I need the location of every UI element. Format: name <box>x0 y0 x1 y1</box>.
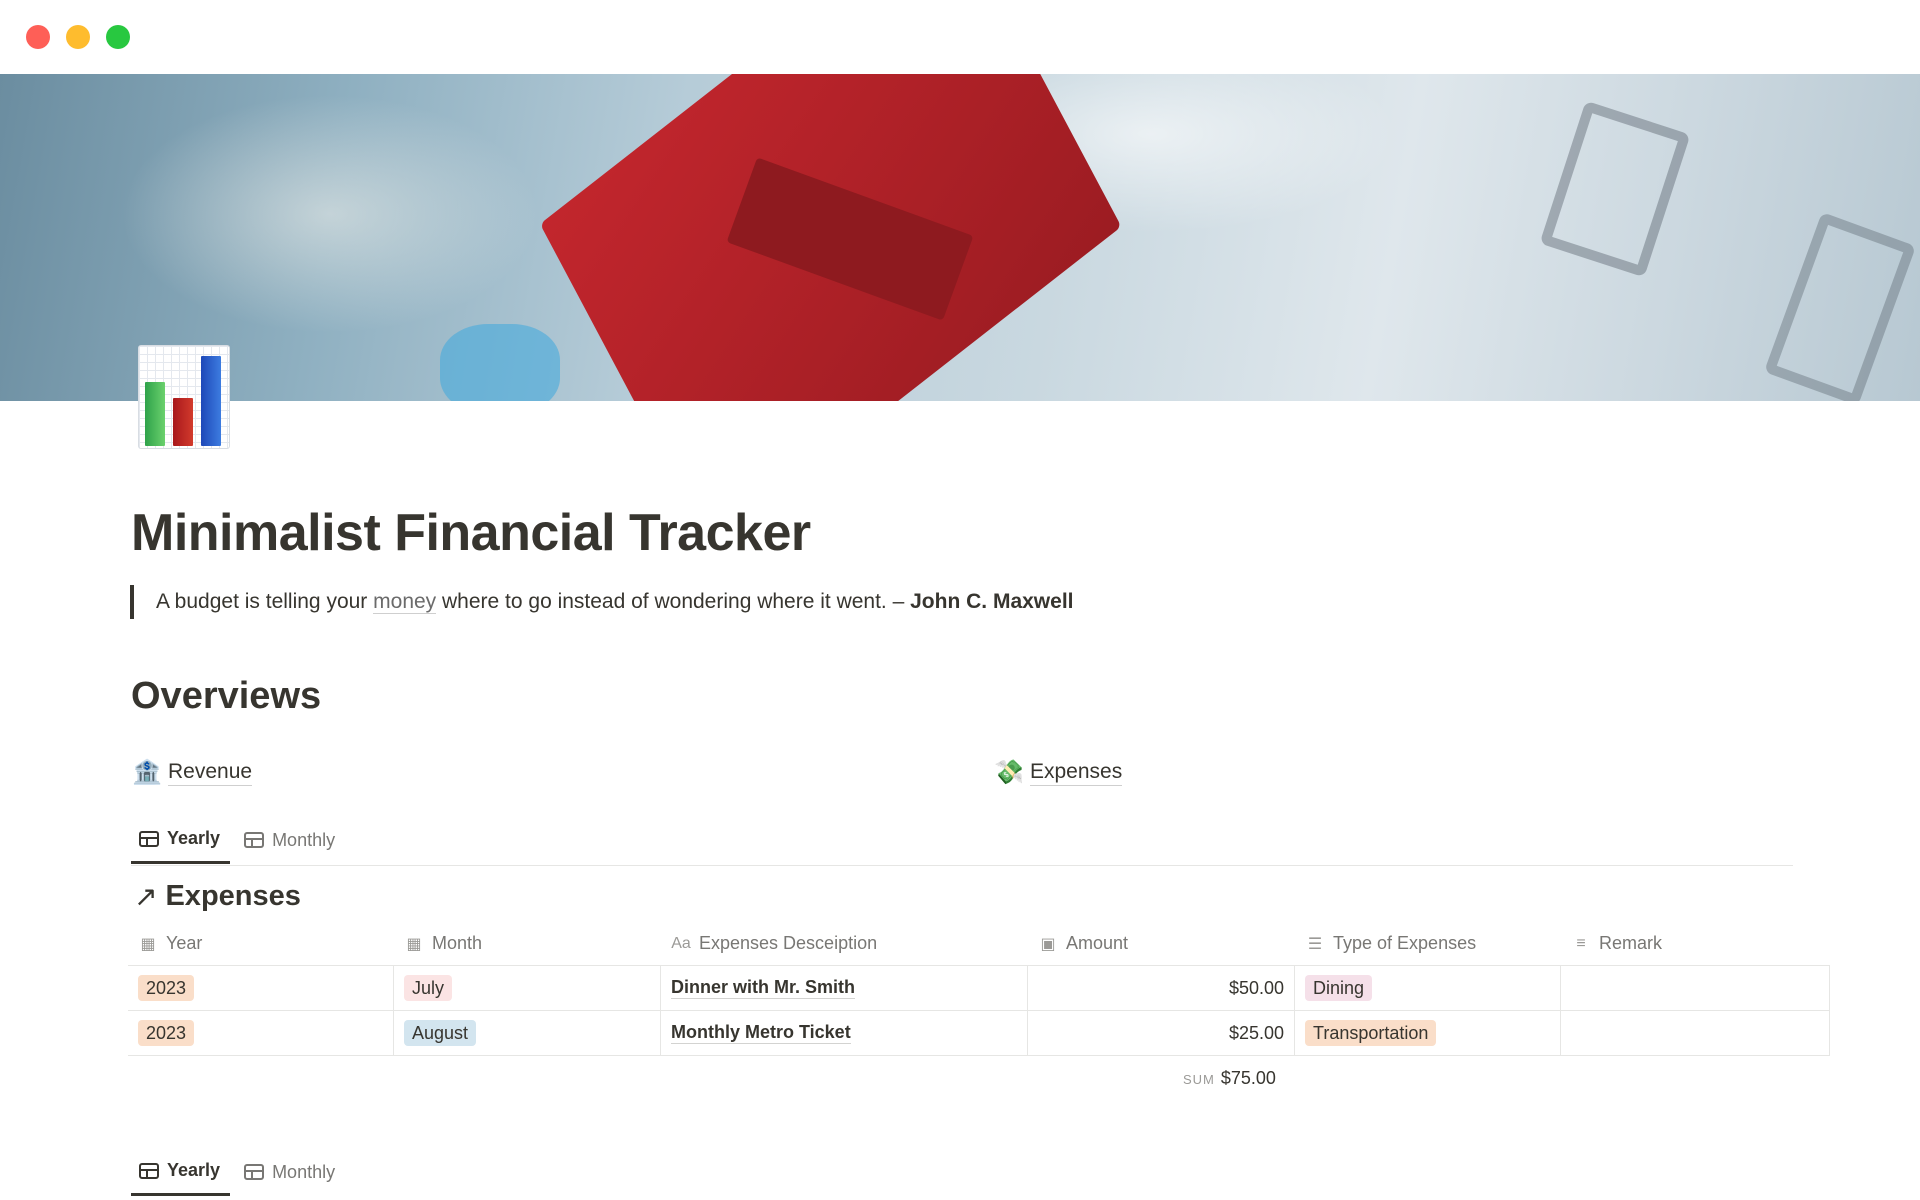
sum-label: SUM <box>1183 1072 1215 1087</box>
type-tag: Dining <box>1305 975 1373 1001</box>
month-tag: August <box>404 1020 477 1046</box>
view-tabs: Yearly Monthly <box>131 828 345 864</box>
amount-cell[interactable]: $25.00 <box>1028 1011 1295 1055</box>
tab-monthly[interactable]: Monthly <box>236 828 345 864</box>
table-header: ▦ Year ▦ Month Aa Expenses Desceiption ▣ Amo… <box>128 922 1830 966</box>
column-label: Year <box>166 933 203 953</box>
quote-author: John C. Maxwell <box>910 590 1074 613</box>
table-icon <box>244 1164 265 1180</box>
database-title[interactable]: ↗ Expenses <box>134 880 301 913</box>
view-tabs-secondary: Yearly Monthly <box>131 1160 345 1196</box>
cover-sign <box>1539 100 1691 278</box>
column-label: Expenses Desceiption <box>699 933 878 953</box>
tabs-divider <box>131 865 1793 866</box>
description-text: Monthly Metro Ticket <box>671 1022 851 1044</box>
remark-cell[interactable] <box>1561 1011 1830 1055</box>
bar-chart-icon[interactable] <box>138 345 230 449</box>
remark-cell[interactable] <box>1561 966 1830 1010</box>
quote-text: A budget is telling your <box>156 590 374 613</box>
icon-bar-red <box>173 398 193 446</box>
tab-label: Monthly <box>272 1161 336 1182</box>
money-wings-icon: 💸 <box>994 759 1024 786</box>
calendar-icon: ▦ <box>140 935 156 953</box>
type-cell[interactable]: Transportation <box>1295 1011 1561 1055</box>
revenue-page-link[interactable]: 🏦 Revenue <box>132 758 253 787</box>
icon-bar-blue <box>201 356 221 446</box>
close-window-button[interactable] <box>26 25 50 49</box>
column-header-type[interactable]: ☰ Type of Expenses <box>1295 922 1561 965</box>
cover-sign <box>1763 212 1917 401</box>
description-text: Dinner with Mr. Smith <box>671 977 856 999</box>
month-cell[interactable]: July <box>394 966 661 1010</box>
year-tag: 2023 <box>138 1020 195 1046</box>
tab-monthly[interactable]: Monthly <box>236 1160 345 1196</box>
type-cell[interactable]: Dining <box>1295 966 1561 1010</box>
table-row[interactable]: 2023 August Monthly Metro Ticket $25.00 … <box>128 1011 1830 1056</box>
expenses-table: ▦ Year ▦ Month Aa Expenses Desceiption ▣ Amo… <box>128 922 1830 1056</box>
arrow-up-right-icon: ↗ <box>134 881 158 912</box>
year-cell[interactable]: 2023 <box>128 1011 394 1055</box>
cover-blue-shape <box>440 324 560 401</box>
cover-highlight <box>120 94 540 334</box>
revenue-link-label: Revenue <box>168 760 253 786</box>
cover-image[interactable] <box>0 74 1920 401</box>
table-icon <box>244 832 265 848</box>
amount-cell[interactable]: $50.00 <box>1028 966 1295 1010</box>
month-cell[interactable]: August <box>394 1011 661 1055</box>
tab-yearly[interactable]: Yearly <box>131 1160 231 1196</box>
table-icon <box>139 830 159 847</box>
column-header-description[interactable]: Aa Expenses Desceiption <box>661 922 1028 965</box>
minimize-window-button[interactable] <box>66 25 90 49</box>
money-link[interactable]: money <box>373 590 437 614</box>
table-row[interactable]: 2023 July Dinner with Mr. Smith $50.00 D… <box>128 966 1830 1011</box>
text-icon: Aa <box>671 934 691 952</box>
tab-label: Monthly <box>272 829 336 850</box>
icon-bar-green <box>145 382 165 446</box>
section-heading: Overviews <box>131 675 322 717</box>
column-header-year[interactable]: ▦ Year <box>128 922 394 965</box>
tab-label: Yearly <box>167 1160 221 1180</box>
maximize-window-button[interactable] <box>106 25 130 49</box>
quote-block: A budget is telling your money where to … <box>130 585 1074 619</box>
year-tag: 2023 <box>138 975 195 1001</box>
expenses-page-link[interactable]: 💸 Expenses <box>994 758 1123 787</box>
page-title[interactable]: Minimalist Financial Tracker <box>131 503 811 563</box>
description-cell[interactable]: Dinner with Mr. Smith <box>661 966 1028 1010</box>
list-icon: ☰ <box>1307 935 1323 953</box>
money-icon: ▣ <box>1040 935 1056 953</box>
amount-sum[interactable]: SUM $75.00 <box>1183 1068 1276 1089</box>
tab-yearly[interactable]: Yearly <box>131 828 231 864</box>
tab-label: Yearly <box>167 828 221 848</box>
column-label: Month <box>432 933 483 953</box>
column-label: Amount <box>1066 933 1129 953</box>
table-icon <box>139 1162 159 1179</box>
sum-value: $75.00 <box>1220 1068 1276 1088</box>
column-label: Remark <box>1599 933 1663 953</box>
column-label: Type of Expenses <box>1333 933 1477 953</box>
year-cell[interactable]: 2023 <box>128 966 394 1010</box>
description-cell[interactable]: Monthly Metro Ticket <box>661 1011 1028 1055</box>
calendar-icon: ▦ <box>406 935 422 953</box>
column-header-amount[interactable]: ▣ Amount <box>1028 922 1295 965</box>
database-title-label: Expenses <box>165 880 301 912</box>
window-titlebar <box>0 0 1920 74</box>
bank-icon: 🏦 <box>132 759 162 786</box>
expenses-link-label: Expenses <box>1030 760 1123 786</box>
lines-icon: ≡ <box>1576 934 1586 952</box>
type-tag: Transportation <box>1305 1020 1437 1046</box>
month-tag: July <box>404 975 453 1001</box>
column-header-month[interactable]: ▦ Month <box>394 922 661 965</box>
quote-text: where to go instead of wondering where i… <box>436 590 911 613</box>
column-header-remark[interactable]: ≡ Remark <box>1561 922 1830 965</box>
